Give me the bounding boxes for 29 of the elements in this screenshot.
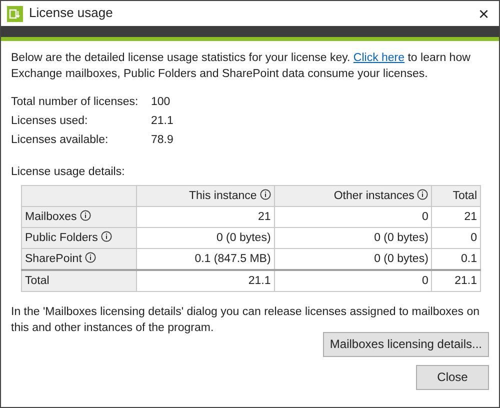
close-dialog-button[interactable]: Close bbox=[416, 365, 489, 390]
section-label: License usage details: bbox=[11, 165, 126, 180]
table-cell: 21 bbox=[432, 206, 480, 228]
table-cell: 0 bbox=[432, 228, 480, 249]
column-header: This instance bbox=[189, 190, 257, 202]
summary-value: 21.1 bbox=[151, 114, 174, 130]
summary-label: Licenses available: bbox=[11, 133, 110, 148]
column-header: Total bbox=[452, 190, 477, 202]
summary-label: Licenses used: bbox=[11, 114, 89, 130]
row-header: SharePoint bbox=[25, 253, 82, 266]
table-cell: 21 bbox=[136, 206, 274, 228]
details-button[interactable]: Mailboxes licensing details... bbox=[322, 332, 489, 358]
table-cell: 0 (0 bytes) bbox=[274, 228, 432, 249]
intro-text: Below are the detailed license usage statistics for your license key. Click here to learn how Exchange mailboxes, Public Folders and SharePoint data consume your licenses. bbox=[11, 51, 472, 82]
summary-value: 78.9 bbox=[151, 133, 174, 148]
help-link[interactable]: Click here bbox=[353, 52, 405, 64]
table-cell: 0 bbox=[274, 270, 432, 292]
row-header: Mailboxes bbox=[25, 211, 77, 224]
summary-label: Total number of licenses: bbox=[11, 95, 140, 110]
window-title: License usage bbox=[29, 4, 113, 22]
summary-value: 100 bbox=[151, 95, 172, 110]
table-cell: 21.1 bbox=[432, 270, 480, 292]
row-header: Total bbox=[25, 275, 50, 288]
close-button[interactable]: × bbox=[474, 4, 493, 22]
column-header: Other instances bbox=[334, 190, 414, 202]
row-header: Public Folders bbox=[25, 232, 98, 244]
table-cell: 0 (0 bytes) bbox=[136, 228, 274, 249]
table-cell: 21.1 bbox=[136, 270, 274, 292]
table-cell: 0 bbox=[274, 206, 432, 228]
